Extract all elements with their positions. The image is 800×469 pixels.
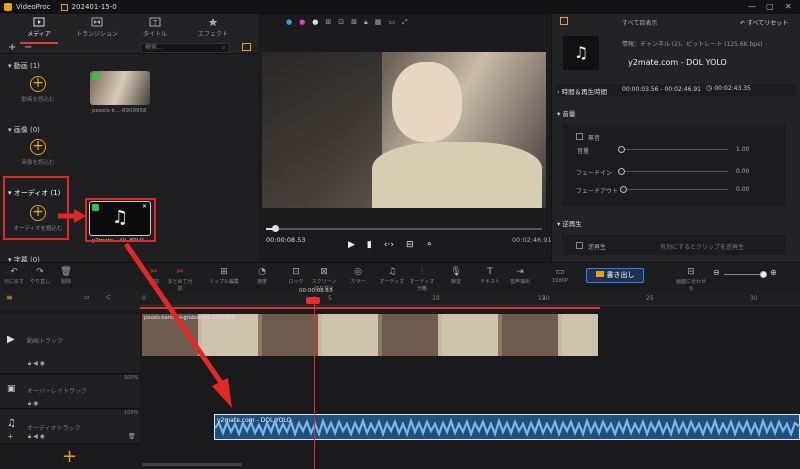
annotation-arrows xyxy=(58,209,232,408)
